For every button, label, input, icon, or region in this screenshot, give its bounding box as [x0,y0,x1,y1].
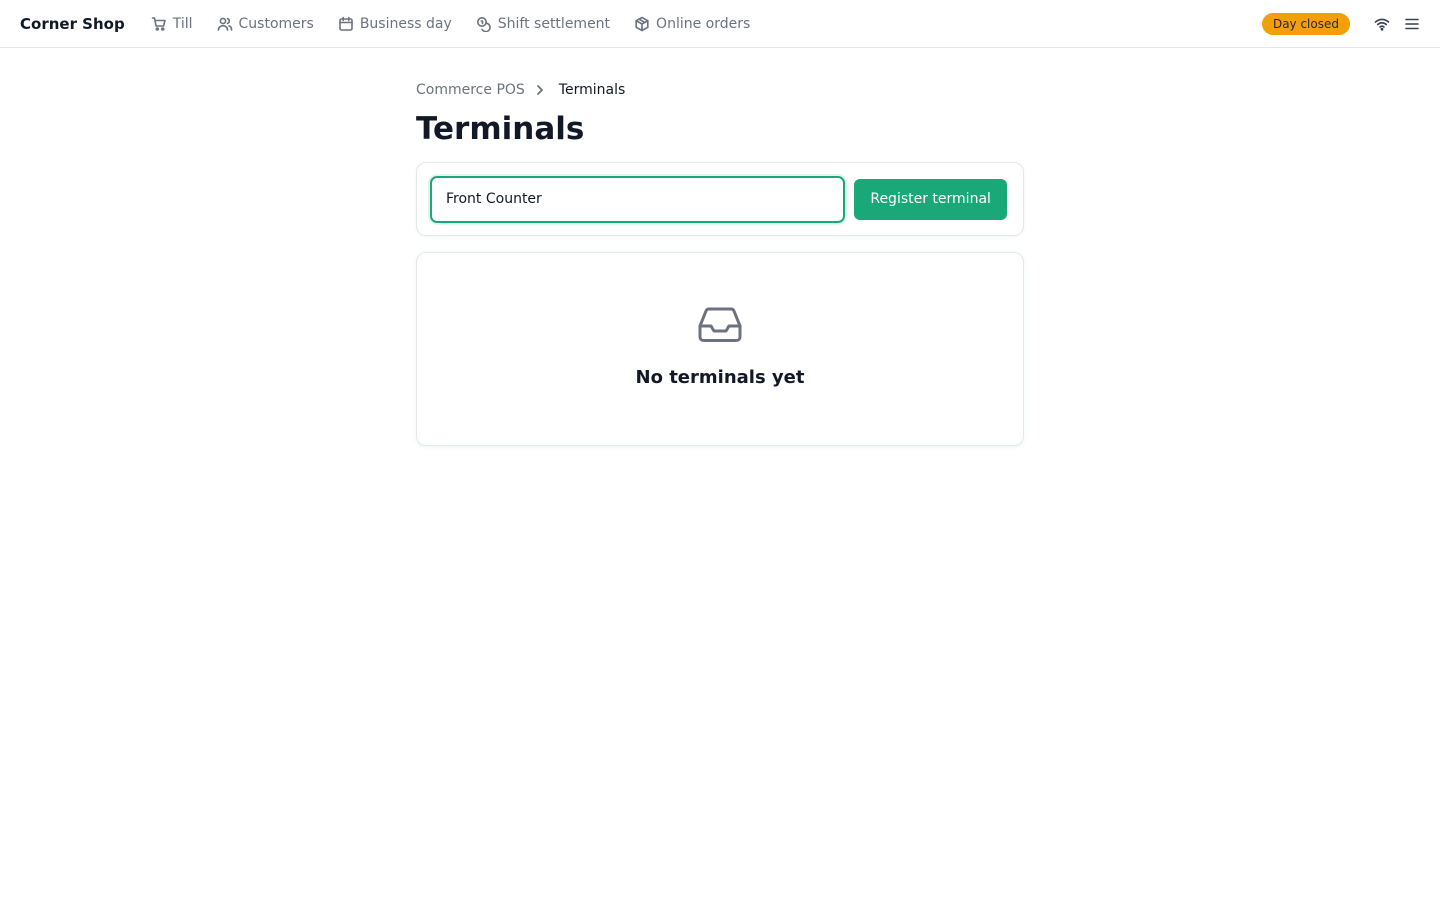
main-nav: Till Customers Business day Shift settle… [151,16,775,32]
nav-item-label: Business day [359,15,452,32]
calendar-icon [339,16,353,31]
nav-item-shift-settlement[interactable]: Shift settlement [476,16,610,32]
page-title: Terminals [416,111,585,147]
nav-item-label: Customers [238,15,314,32]
menu-button[interactable] [1404,16,1420,32]
header-tools: Day closed [1261,0,1420,48]
users-icon [217,17,232,31]
wifi-icon [1374,18,1390,31]
nav-item-customers[interactable]: Customers [217,16,314,32]
nav-item-label: Online orders [656,15,751,32]
top-navigation-bar: Corner Shop Till Customers Business day … [0,0,1440,48]
main-content: Commerce POS Terminals Terminals Registe… [416,48,1024,446]
cart-icon [151,16,166,31]
brand-name[interactable]: Corner Shop [20,15,125,33]
breadcrumb: Commerce POS Terminals [416,81,1024,99]
terminal-name-input[interactable] [430,175,846,223]
register-terminal-form: Register terminal [416,162,1024,236]
package-icon [635,16,649,31]
terminals-empty-state: No terminals yet [416,252,1024,446]
nav-item-till[interactable]: Till [151,16,193,32]
chevron-right-icon [533,83,547,97]
coins-icon [476,16,491,32]
menu-icon [1405,18,1419,30]
nav-item-label: Till [172,15,193,32]
register-terminal-button[interactable]: Register terminal [854,178,1007,220]
day-status-badge: Day closed [1261,13,1350,35]
breadcrumb-current: Terminals [558,82,626,98]
connection-status[interactable] [1374,16,1390,32]
nav-item-business-day[interactable]: Business day [338,16,452,32]
breadcrumb-link-commerce-pos[interactable]: Commerce POS [416,82,525,98]
nav-item-online-orders[interactable]: Online orders [634,16,750,32]
inbox-icon [697,306,743,344]
nav-item-label: Shift settlement [497,15,611,32]
empty-state-message: No terminals yet [635,367,805,388]
